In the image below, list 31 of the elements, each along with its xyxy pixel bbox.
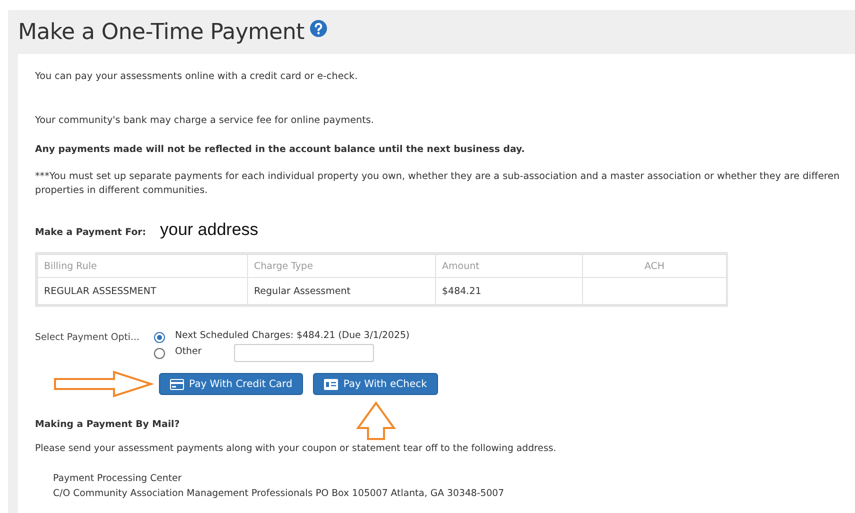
payment-for-label: Make a Payment For: bbox=[35, 227, 146, 238]
annotation-arrow bbox=[356, 401, 396, 440]
amount-field[interactable] bbox=[234, 344, 374, 362]
radio-button[interactable] bbox=[154, 332, 165, 342]
table-cell: Regular Assessment bbox=[248, 278, 436, 304]
page-title: Make a One-Time Payment bbox=[18, 20, 304, 44]
table-cell: $484.21 bbox=[436, 278, 582, 304]
address-line: C/O Community Association Management Professionals PO Box 105007 Atlanta, GA 30348-5007 bbox=[53, 487, 506, 501]
section-heading: Making a Payment By Mail? bbox=[35, 419, 181, 430]
warning-text: properties in different communities. bbox=[35, 185, 209, 196]
address-line: Payment Processing Center bbox=[53, 472, 183, 486]
options-label: Select Payment Opti... bbox=[35, 331, 140, 345]
help-icon[interactable] bbox=[310, 20, 328, 36]
mail-instructions: Please send your assessment payments along with your coupon or statement tear off to the following address. bbox=[35, 443, 558, 454]
radio-button[interactable] bbox=[154, 348, 165, 358]
option-label: Other bbox=[175, 346, 202, 356]
credit-card-button[interactable]: Pay With Credit Card bbox=[159, 373, 304, 395]
info-text: Your community's bank may charge a service fee for online payments. bbox=[35, 115, 375, 126]
notice-text: Any payments made will not be reflected in the account balance until the next business day. bbox=[35, 144, 526, 155]
option-label: Next Scheduled Charges: $484.21 (Due 3/1/2025) bbox=[175, 330, 410, 340]
info-text: You can pay your assessments online with a credit card or e-check. bbox=[35, 71, 359, 82]
address-text: your address bbox=[160, 220, 258, 240]
column-header: Charge Type bbox=[248, 254, 436, 278]
column-header: Billing Rule bbox=[38, 254, 248, 278]
table-cell: REGULAR ASSESSMENT bbox=[38, 278, 248, 304]
check-icon bbox=[324, 378, 338, 390]
credit-card-icon bbox=[170, 378, 184, 390]
column-header: Amount bbox=[436, 254, 582, 278]
column-header: ACH bbox=[582, 254, 726, 278]
echeck-button[interactable]: Pay With eCheck bbox=[313, 373, 438, 395]
warning-text: ***You must set up separate payments for each individual property you own, whether they are a sub-association and a master association or whether they are differen bbox=[35, 171, 841, 182]
